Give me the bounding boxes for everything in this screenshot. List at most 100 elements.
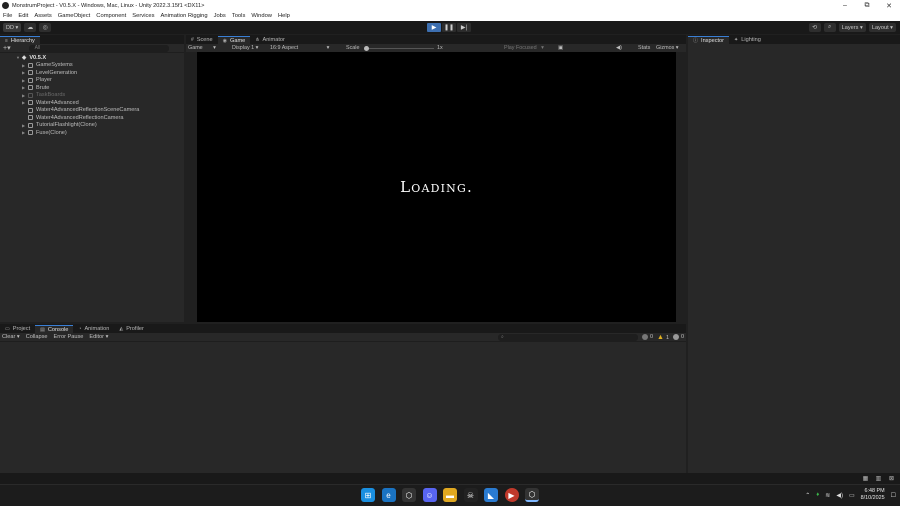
display-dropdown[interactable]: Display 1 ▾ xyxy=(232,45,258,51)
discord-icon[interactable]: ☺ xyxy=(422,488,437,502)
status-icons: ▦ ▥ ⊠ xyxy=(857,475,896,482)
gameobject-icon xyxy=(28,107,33,113)
scale-slider-handle[interactable] xyxy=(364,46,369,51)
game-canvas[interactable]: Loading. xyxy=(197,52,676,322)
maximize-button[interactable]: ⧉ xyxy=(856,2,878,10)
tab-profiler-label: Profiler xyxy=(126,326,144,332)
editor-dropdown[interactable]: Editor ▾ xyxy=(89,334,108,340)
layout-dropdown[interactable]: Layout ▾ xyxy=(868,23,896,32)
file-explorer-icon[interactable]: ▬ xyxy=(443,488,457,502)
menu-help[interactable]: Help xyxy=(278,13,290,19)
tab-inspector-label: Inspector xyxy=(701,37,725,44)
error-count-toggle[interactable]: 0 xyxy=(673,334,684,340)
edge-browser-icon[interactable]: e xyxy=(381,488,396,502)
tab-profiler[interactable]: ◭ Profiler xyxy=(114,325,149,333)
pause-button[interactable]: ❚❚ xyxy=(442,23,456,32)
menu-tools[interactable]: Tools xyxy=(232,13,246,19)
close-button[interactable]: ✕ xyxy=(878,2,900,10)
layers-dropdown[interactable]: Layers ▾ xyxy=(838,23,866,32)
scale-slider[interactable] xyxy=(366,48,434,49)
history-icon[interactable]: ⟲ xyxy=(808,23,821,32)
play-button[interactable]: ▶ xyxy=(427,23,441,32)
account-dropdown[interactable]: DD ▾ xyxy=(3,23,22,32)
menu-edit[interactable]: Edit xyxy=(18,13,28,19)
menu-component[interactable]: Component xyxy=(96,13,126,19)
menu-animation-rigging[interactable]: Animation Rigging xyxy=(161,13,208,19)
gameobject-icon xyxy=(28,100,33,106)
media-player-icon[interactable]: ▶ xyxy=(504,488,519,502)
play-focused-dropdown[interactable]: Play Focused ▾ xyxy=(504,45,544,51)
list-item[interactable]: ▶ LevelGeneration xyxy=(0,69,184,77)
database-icon[interactable]: ▥ xyxy=(874,475,883,482)
skull-app-icon[interactable]: ☠ xyxy=(463,488,478,502)
list-item[interactable]: ▶ TaskBoards xyxy=(0,92,184,100)
tab-project-label: Project xyxy=(12,326,31,332)
menu-assets[interactable]: Assets xyxy=(34,13,51,19)
title-bar: MonstrumProject - V0.5.X - Windows, Mac,… xyxy=(0,0,900,11)
menu-jobs[interactable]: Jobs xyxy=(214,13,226,19)
menu-gameobject[interactable]: GameObject xyxy=(58,13,91,19)
start-windows-icon[interactable]: ⊞ xyxy=(361,488,375,502)
list-item[interactable]: ▶ Brute xyxy=(0,84,184,92)
notification-icon[interactable]: ☐ xyxy=(891,492,896,499)
add-icon[interactable]: +▾ xyxy=(3,44,11,52)
clock[interactable]: 6:48 PM 8/10/2025 xyxy=(861,488,885,502)
scene-root[interactable]: ▼ ◈ V0.5.X xyxy=(0,54,184,62)
step-button[interactable]: ▶| xyxy=(457,23,471,32)
aspect-dropdown[interactable]: 16:9 Aspect ▾ xyxy=(270,45,329,51)
menu-window[interactable]: Window xyxy=(251,13,272,19)
inspector-panel: ⓘ Inspector ✦ Lighting xyxy=(688,35,900,473)
scene-root-label: V0.5.X xyxy=(29,54,47,61)
search-icon[interactable]: ⌕ xyxy=(823,23,836,32)
menu-services[interactable]: Services xyxy=(132,13,154,19)
wifi-icon[interactable]: ≋ xyxy=(825,492,830,499)
log-count-toggle[interactable]: 0 xyxy=(642,334,653,340)
chevron-up-icon[interactable]: ⌃ xyxy=(805,492,810,499)
tab-animation[interactable]: ◔ Animation xyxy=(73,325,114,333)
tab-scene[interactable]: # Scene xyxy=(186,36,218,44)
tab-console[interactable]: ▤ Console xyxy=(35,325,74,333)
minimize-button[interactable]: – xyxy=(834,2,856,9)
collab-icon[interactable]: ◎ xyxy=(39,23,52,32)
error-icon xyxy=(673,334,679,340)
unity-editor-icon[interactable]: ⬡ xyxy=(525,488,539,502)
list-item[interactable]: ▶ Water4Advanced xyxy=(0,99,184,107)
console-search-input[interactable]: ⌕ xyxy=(498,334,638,341)
gizmos-dropdown[interactable]: Gizmos ▾ xyxy=(656,45,679,51)
vscode-icon[interactable]: ◣ xyxy=(484,488,498,502)
volume-icon[interactable]: ◀) xyxy=(836,492,843,499)
gameobject-icon xyxy=(28,115,33,121)
menu-file[interactable]: File xyxy=(3,13,12,19)
cloud-icon[interactable]: ☁ xyxy=(24,23,37,32)
stats-button[interactable]: Stats xyxy=(638,45,650,51)
list-item[interactable]: ▶ Player xyxy=(0,77,184,85)
debug-icon[interactable]: ⊠ xyxy=(887,475,896,482)
tab-inspector[interactable]: ⓘ Inspector xyxy=(688,36,730,44)
error-pause-button[interactable]: Error Pause xyxy=(54,334,84,340)
lighting-bake-icon[interactable]: ▦ xyxy=(861,475,870,482)
tab-hierarchy[interactable]: ≡ Hierarchy xyxy=(0,36,40,44)
list-item[interactable]: Water4AdvancedReflectionCamera xyxy=(0,114,184,122)
tab-animator[interactable]: ⋔ Animator xyxy=(250,36,290,44)
clear-dropdown[interactable]: Clear ▾ xyxy=(2,334,20,340)
list-item[interactable]: ▶ TutorialFlashlight(Clone) xyxy=(0,122,184,130)
microphone-icon[interactable]: ♦ xyxy=(816,492,819,498)
warning-count-toggle[interactable]: ▲ 1 xyxy=(657,334,669,341)
list-item[interactable]: ▶ GameSystems xyxy=(0,62,184,70)
speaker-icon[interactable]: ◀) xyxy=(616,45,622,51)
animator-icon: ⋔ xyxy=(255,37,260,43)
taskbar-apps: ⊞ e ⬡ ☺ ▬ ☠ ◣ ▶ ⬡ xyxy=(361,488,546,502)
item-label: Water4AdvancedReflectionCamera xyxy=(36,114,124,121)
game-mode-dropdown[interactable]: Game ▾ xyxy=(188,45,216,51)
list-item[interactable]: Water4AdvancedReflectionSceneCamera xyxy=(0,107,184,115)
unity-hub-icon[interactable]: ⬡ xyxy=(402,488,416,502)
hierarchy-search-input[interactable]: All xyxy=(28,44,169,52)
tab-lighting[interactable]: ✦ Lighting xyxy=(729,36,766,44)
battery-icon[interactable]: ▭ xyxy=(849,492,855,499)
tab-project[interactable]: ▭ Project xyxy=(0,325,35,333)
mute-icon[interactable]: ▣ xyxy=(558,45,563,51)
profiler-icon: ◭ xyxy=(119,326,124,332)
tab-game[interactable]: ◉ Game xyxy=(217,36,251,44)
list-item[interactable]: ▶ Fuse(Clone) xyxy=(0,129,184,137)
collapse-button[interactable]: Collapse xyxy=(26,334,48,340)
